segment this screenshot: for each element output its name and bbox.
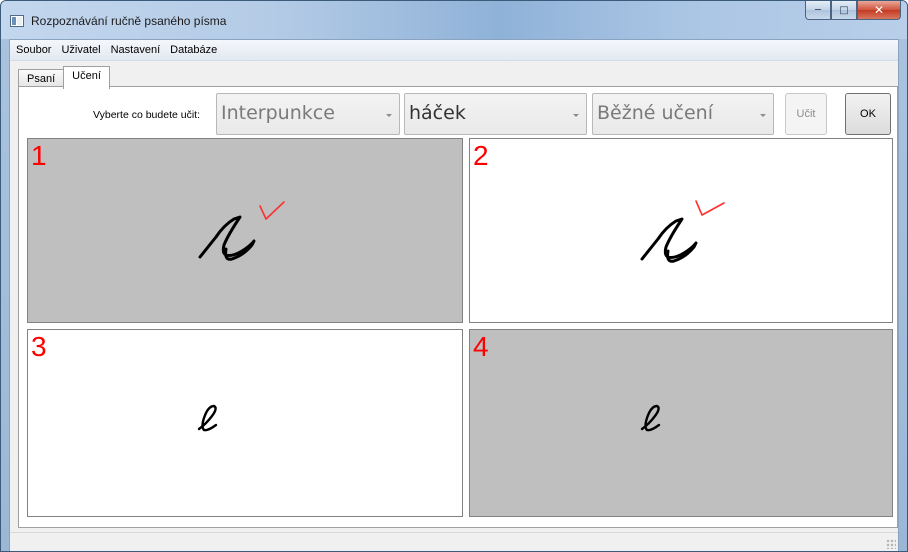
tab-uceni[interactable]: Učení bbox=[63, 66, 110, 89]
maximize-button[interactable]: □ bbox=[831, 1, 857, 20]
mode-value: Běžné učení bbox=[597, 102, 713, 124]
sample-cell-2[interactable]: 2 bbox=[469, 138, 893, 323]
menu-uzivatel[interactable]: Uživatel bbox=[56, 44, 105, 56]
chevron-down-icon bbox=[573, 114, 579, 117]
chevron-down-icon bbox=[386, 114, 392, 117]
select-prompt-label: Vyberte co budete učit: bbox=[93, 109, 201, 121]
chevron-down-icon bbox=[760, 114, 766, 117]
teach-button[interactable]: Učit bbox=[785, 93, 827, 135]
client-area: Soubor Uživatel Nastavení Databáze Psaní… bbox=[9, 39, 899, 551]
handwriting-s-hacek-glyph bbox=[198, 201, 285, 261]
resize-grip-icon[interactable] bbox=[886, 539, 896, 549]
menu-soubor[interactable]: Soubor bbox=[10, 44, 56, 56]
ok-button[interactable]: OK bbox=[845, 93, 891, 135]
category-value: Interpunkce bbox=[221, 102, 335, 124]
minimize-button[interactable]: ─ bbox=[805, 1, 831, 20]
handwriting-l-glyph bbox=[197, 404, 218, 432]
menu-databaze[interactable]: Databáze bbox=[165, 44, 222, 56]
handwriting-l-glyph bbox=[640, 404, 661, 432]
close-icon: ✕ bbox=[873, 3, 885, 17]
window-title: Rozpoznávání ručně psaného písma bbox=[31, 14, 227, 28]
handwriting-s-hacek-glyph bbox=[640, 200, 725, 263]
symbol-value: háček bbox=[409, 102, 466, 124]
title-bar[interactable]: Rozpoznávání ručně psaného písma ─ □ ✕ bbox=[1, 1, 907, 39]
close-button[interactable]: ✕ bbox=[857, 1, 901, 20]
app-window: Rozpoznávání ručně psaného písma ─ □ ✕ S… bbox=[0, 0, 908, 552]
sample-cell-1[interactable]: 1 bbox=[27, 138, 463, 323]
maximize-icon: □ bbox=[839, 4, 849, 16]
category-select[interactable]: Interpunkce bbox=[216, 93, 400, 135]
symbol-select[interactable]: háček bbox=[404, 93, 587, 135]
menu-bar: Soubor Uživatel Nastavení Databáze bbox=[10, 40, 898, 61]
mode-select[interactable]: Běžné učení bbox=[592, 93, 774, 135]
menu-nastaveni[interactable]: Nastavení bbox=[106, 44, 166, 56]
app-icon bbox=[10, 15, 24, 27]
learning-panel: Vyberte co budete učit: Interpunkce háče… bbox=[18, 86, 898, 528]
sample-cell-4[interactable]: 4 bbox=[469, 329, 893, 517]
tab-bar: Psaní Učení bbox=[18, 66, 110, 89]
window-controls: ─ □ ✕ bbox=[805, 1, 901, 21]
sample-cell-3[interactable]: 3 bbox=[27, 329, 463, 517]
status-bar bbox=[10, 532, 898, 551]
minimize-icon: ─ bbox=[814, 4, 822, 16]
